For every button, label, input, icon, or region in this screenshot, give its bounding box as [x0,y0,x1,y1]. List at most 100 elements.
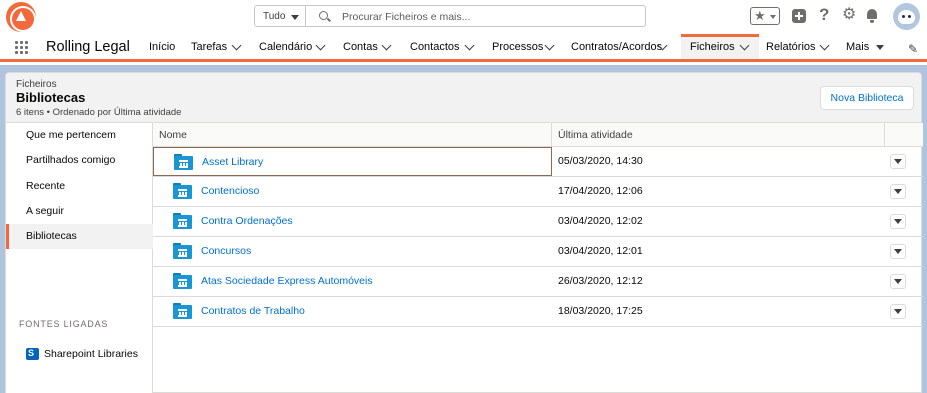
name-cell: Concursos [153,237,552,266]
edit-nav-icon[interactable]: ✎ [908,42,918,56]
nav-tab-processos[interactable]: Processos [492,34,558,59]
files-panel: Que me pertencem Partilhados comigo Rece… [5,123,923,393]
name-cell: Asset Library [153,147,552,176]
connected-sources-heading: FONTES LIGADAS [19,319,109,329]
sidebar-item-label: Sharepoint Libraries [44,348,138,360]
chevron-down-icon[interactable] [315,40,326,51]
chevron-down-icon[interactable] [231,40,242,51]
chevron-down-icon [770,15,776,19]
table-row[interactable]: Contencioso 17/04/2020, 12:06 [153,177,923,207]
table-row[interactable]: Atas Sociedade Express Automóveis 26/03/… [153,267,923,297]
nav-tab-label: Contas [343,41,378,53]
library-link[interactable]: Contra Ordenações [201,215,293,227]
app-name: Rolling Legal [46,39,130,55]
activity-date: 17/04/2020, 12:06 [558,185,643,197]
page-header: Ficheiros Bibliotecas 6 itens • Ordenado… [5,72,922,123]
nav-tab-label: Início [149,41,176,53]
sidebar-item-shared[interactable]: Partilhados comigo [6,148,153,173]
org-logo-icon[interactable] [6,2,36,32]
table-row[interactable]: Asset Library 05/03/2020, 14:30 [153,147,923,177]
nav-tab-contratos[interactable]: Contratos/Acordos [571,34,672,59]
nav-tab-contactos[interactable]: Contactos [410,34,478,59]
global-header: Tudo ★ ? ⚙ [0,0,927,34]
row-actions-menu[interactable] [890,304,906,319]
activity-date: 03/04/2020, 12:02 [558,215,643,227]
nav-tab-contas[interactable]: Contas [343,34,395,59]
chevron-down-icon[interactable] [464,40,475,51]
libraries-table: Nome Última atividade Asset Library 05/0… [153,123,923,393]
sidebar-item-recent[interactable]: Recente [6,174,153,199]
library-folder-icon [173,213,192,229]
chevron-down-icon[interactable] [819,40,830,51]
table-row[interactable]: Concursos 03/04/2020, 12:01 [153,237,923,267]
sidebar-item-sharepoint[interactable]: Sharepoint Libraries [26,347,151,363]
nav-tab-inicio[interactable]: Início [149,34,179,59]
activity-date: 05/03/2020, 14:30 [558,155,643,167]
library-link[interactable]: Atas Sociedade Express Automóveis [201,275,373,287]
search-scope-dropdown[interactable]: Tudo [254,5,306,27]
library-link[interactable]: Contratos de Trabalho [201,305,305,317]
chevron-down-icon[interactable] [876,45,884,50]
row-actions-menu[interactable] [890,214,906,229]
content-area: Ficheiros Bibliotecas 6 itens • Ordenado… [0,65,927,393]
row-actions-menu[interactable] [890,244,906,259]
activity-date: 18/03/2020, 17:25 [558,305,643,317]
user-avatar[interactable] [893,3,920,30]
nav-tab-label: Relatórios [766,41,816,53]
library-link[interactable]: Asset Library [202,156,263,168]
nav-tab-ficheiros[interactable]: Ficheiros [681,34,759,59]
global-search[interactable] [306,5,646,27]
nav-tab-mais[interactable]: Mais [846,34,888,59]
search-input[interactable] [342,9,632,24]
nav-tab-label: Tarefas [191,41,228,53]
favorites-button[interactable]: ★ [750,7,780,25]
nav-tab-label: Contactos [410,41,460,53]
name-cell: Contra Ordenações [153,207,552,236]
table-row[interactable]: Contra Ordenações 03/04/2020, 12:02 [153,207,923,237]
library-folder-icon [174,154,193,170]
row-actions-menu[interactable] [890,184,906,199]
notifications-bell-icon[interactable] [866,8,878,23]
help-icon[interactable]: ? [819,6,829,24]
sharepoint-icon [26,348,39,360]
name-cell: Atas Sociedade Express Automóveis [153,267,552,296]
nav-tab-label: Contratos/Acordos [571,41,663,53]
library-folder-icon [173,303,192,319]
search-scope-label: Tudo [263,11,286,22]
name-cell: Contratos de Trabalho [153,297,552,326]
column-header-activity[interactable]: Última atividade [552,123,885,147]
sidebar-item-label: Que me pertencem [26,129,116,141]
sidebar-item-label: Partilhados comigo [26,154,116,166]
sidebar-item-label: A seguir [26,205,64,217]
nav-tab-calendario[interactable]: Calendário [259,34,329,59]
chevron-down-icon[interactable] [381,40,392,51]
chevron-down-icon[interactable] [739,40,750,51]
row-actions-menu[interactable] [890,154,906,169]
sidebar-item-label: Recente [26,180,66,192]
column-header-actions [885,123,923,147]
page-eyebrow: Ficheiros [16,79,57,90]
column-header-label: Última atividade [558,129,633,141]
library-folder-icon [173,273,192,289]
nav-tab-relatorios[interactable]: Relatórios [766,34,832,59]
row-actions-menu[interactable] [890,274,906,289]
column-header-name[interactable]: Nome [153,123,552,147]
name-cell: Contencioso [153,177,552,206]
library-link[interactable]: Contencioso [201,185,259,197]
sidebar-item-following[interactable]: A seguir [6,199,153,224]
chevron-down-icon [291,15,299,20]
global-add-icon[interactable] [792,9,806,23]
setup-gear-icon[interactable]: ⚙ [842,6,856,24]
sidebar-item-libraries[interactable]: Bibliotecas [6,224,153,249]
activity-date: 03/04/2020, 12:01 [558,245,643,257]
sidebar-item-label: Bibliotecas [26,230,77,242]
new-library-button[interactable]: Nova Biblioteca [820,86,914,110]
activity-date: 26/03/2020, 12:12 [558,275,643,287]
sidebar-item-owned[interactable]: Que me pertencem [6,123,153,148]
nav-tab-tarefas[interactable]: Tarefas [191,34,247,59]
library-link[interactable]: Concursos [201,245,251,257]
app-launcher-icon[interactable] [15,41,29,55]
table-row[interactable]: Contratos de Trabalho 18/03/2020, 17:25 [153,297,923,327]
library-folder-icon [173,183,192,199]
chevron-down-icon[interactable] [544,40,555,51]
